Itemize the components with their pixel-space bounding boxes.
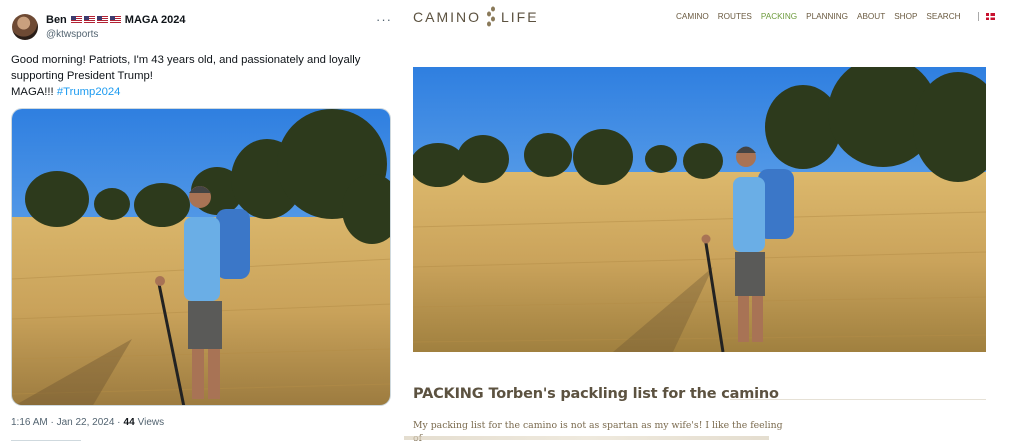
nav-item-planning[interactable]: PLANNING xyxy=(806,12,848,21)
nav-item-packing[interactable]: PACKING xyxy=(761,12,797,21)
nav-item-routes[interactable]: ROUTES xyxy=(718,12,752,21)
usa-flag-icon xyxy=(83,16,95,24)
tweet-card: Ben MAGA 2024 @ktwsports ··· Good mornin… xyxy=(0,0,400,448)
page-title: PACKING Torben's packling list for the c… xyxy=(413,386,779,402)
avatar[interactable] xyxy=(12,14,38,40)
main-nav: CAMINO ROUTES PACKING PLANNING ABOUT SHO… xyxy=(676,12,995,21)
site-logo[interactable]: CAMINO LIFE xyxy=(413,6,539,28)
nav-item-shop[interactable]: SHOP xyxy=(894,12,917,21)
author-name[interactable]: Ben xyxy=(46,14,67,26)
tweet-text-line: MAGA!!! #Trump2024 xyxy=(11,84,391,100)
divider xyxy=(730,399,986,400)
views-count: 44 xyxy=(123,417,135,428)
danish-flag-icon[interactable] xyxy=(985,13,995,20)
hiker-photo-image xyxy=(413,67,986,352)
page-title-strong: PACKING xyxy=(413,386,484,402)
tweet-time[interactable]: 1:16 AM · Jan 22, 2024 · xyxy=(11,417,121,428)
tweet-meta: 1:16 AM · Jan 22, 2024 · 44 Views xyxy=(11,417,164,428)
camino-logo-icon xyxy=(487,6,495,27)
divider xyxy=(11,440,81,441)
camino-life-page: CAMINO LIFE CAMINO ROUTES PACKING PLANNI… xyxy=(404,0,1026,448)
usa-flag-icon xyxy=(96,16,108,24)
logo-text-left: CAMINO xyxy=(413,9,481,25)
clipped-text-line xyxy=(404,432,769,442)
usa-flag-icon xyxy=(70,16,82,24)
nav-item-about[interactable]: ABOUT xyxy=(857,12,885,21)
tweet-text: Good morning! Patriots, I'm 43 years old… xyxy=(11,52,391,100)
usa-flag-icon xyxy=(109,16,121,24)
tweet-author-row[interactable]: Ben MAGA 2024 xyxy=(46,14,186,26)
hero-photo xyxy=(413,67,986,352)
tweet-text-line: Good morning! Patriots, I'm 43 years old… xyxy=(11,54,361,82)
tweet-text-prefix: MAGA!!! xyxy=(11,86,57,98)
flag-emojis xyxy=(70,16,121,24)
hiker-photo-image xyxy=(12,109,390,405)
hashtag-link[interactable]: #Trump2024 xyxy=(57,86,121,98)
author-handle[interactable]: @ktwsports xyxy=(46,29,98,40)
views-label: Views xyxy=(137,417,165,428)
logo-text-right: LIFE xyxy=(501,9,539,25)
nav-item-camino[interactable]: CAMINO xyxy=(676,12,709,21)
tweet-photo[interactable] xyxy=(11,108,391,406)
more-icon[interactable]: ··· xyxy=(376,12,392,27)
nav-divider xyxy=(977,12,979,21)
author-name-suffix[interactable]: MAGA 2024 xyxy=(125,14,186,26)
nav-item-search[interactable]: SEARCH xyxy=(926,12,960,21)
